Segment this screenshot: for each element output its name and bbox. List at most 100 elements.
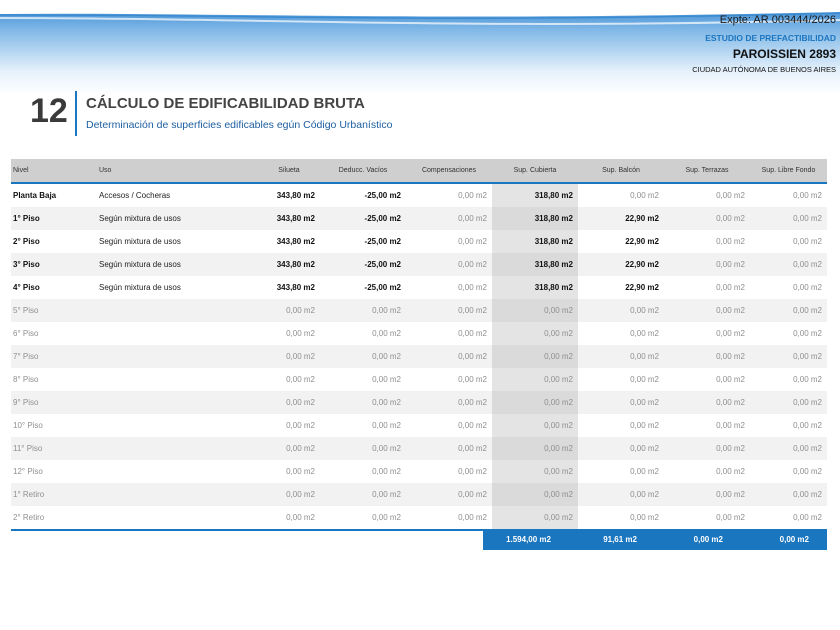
cell-terrazas: 0,00 m2 <box>664 368 750 391</box>
cell-balcon: 22,90 m2 <box>578 276 664 299</box>
table-row: 12° Piso 0,00 m2 0,00 m2 0,00 m2 0,00 m2… <box>11 460 827 483</box>
cell-cubierta: 318,80 m2 <box>492 230 578 253</box>
cell-libre-fondo: 0,00 m2 <box>750 345 827 368</box>
col-header-silueta: Silueta <box>258 159 320 184</box>
total-balcon: 91,61 m2 <box>603 535 637 544</box>
cell-silueta: 0,00 m2 <box>258 299 320 322</box>
col-header-balcon: Sup. Balcón <box>578 159 664 184</box>
cell-nivel: 12° Piso <box>11 460 97 483</box>
col-header-nivel: Nivel <box>11 159 97 184</box>
cell-nivel: 7° Piso <box>11 345 97 368</box>
cell-libre-fondo: 0,00 m2 <box>750 414 827 437</box>
table-row: 6° Piso 0,00 m2 0,00 m2 0,00 m2 0,00 m2 … <box>11 322 827 345</box>
cell-terrazas: 0,00 m2 <box>664 460 750 483</box>
cell-libre-fondo: 0,00 m2 <box>750 483 827 506</box>
cell-terrazas: 0,00 m2 <box>664 230 750 253</box>
cell-deducc: -25,00 m2 <box>320 183 406 207</box>
cell-silueta: 0,00 m2 <box>258 368 320 391</box>
buildability-table: Nivel Uso Silueta Deducc. Vacíos Compens… <box>11 159 827 531</box>
cell-silueta: 0,00 m2 <box>258 322 320 345</box>
cell-balcon: 0,00 m2 <box>578 345 664 368</box>
cell-terrazas: 0,00 m2 <box>664 207 750 230</box>
cell-libre-fondo: 0,00 m2 <box>750 368 827 391</box>
cell-deducc: 0,00 m2 <box>320 414 406 437</box>
total-terrazas: 0,00 m2 <box>693 535 723 544</box>
cell-compensaciones: 0,00 m2 <box>406 368 492 391</box>
cell-compensaciones: 0,00 m2 <box>406 391 492 414</box>
totals-row: 1.594,00 m2 91,61 m2 0,00 m2 0,00 m2 <box>483 529 827 550</box>
cell-compensaciones: 0,00 m2 <box>406 276 492 299</box>
cell-uso <box>97 368 258 391</box>
cell-uso <box>97 460 258 483</box>
property-address: PAROISSIEN 2893 <box>732 47 836 61</box>
cell-uso: Según mixtura de usos <box>97 276 258 299</box>
total-cubierta: 1.594,00 m2 <box>506 535 551 544</box>
study-label: ESTUDIO DE PREFACTIBILIDAD <box>705 33 836 43</box>
cell-balcon: 0,00 m2 <box>578 437 664 460</box>
cell-deducc: 0,00 m2 <box>320 460 406 483</box>
cell-uso <box>97 483 258 506</box>
cell-nivel: 5° Piso <box>11 299 97 322</box>
cell-compensaciones: 0,00 m2 <box>406 506 492 531</box>
cell-balcon: 0,00 m2 <box>578 414 664 437</box>
cell-uso <box>97 299 258 322</box>
cell-compensaciones: 0,00 m2 <box>406 322 492 345</box>
cell-compensaciones: 0,00 m2 <box>406 437 492 460</box>
cell-cubierta: 0,00 m2 <box>492 483 578 506</box>
cell-deducc: 0,00 m2 <box>320 483 406 506</box>
cell-silueta: 0,00 m2 <box>258 506 320 531</box>
cell-libre-fondo: 0,00 m2 <box>750 506 827 531</box>
cell-nivel: 3° Piso <box>11 253 97 276</box>
cell-compensaciones: 0,00 m2 <box>406 230 492 253</box>
cell-uso: Según mixtura de usos <box>97 230 258 253</box>
cell-terrazas: 0,00 m2 <box>664 483 750 506</box>
cell-libre-fondo: 0,00 m2 <box>750 322 827 345</box>
cell-nivel: 9° Piso <box>11 391 97 414</box>
col-header-terrazas: Sup. Terrazas <box>664 159 750 184</box>
table-row: 5° Piso 0,00 m2 0,00 m2 0,00 m2 0,00 m2 … <box>11 299 827 322</box>
cell-libre-fondo: 0,00 m2 <box>750 230 827 253</box>
col-header-compensaciones: Compensaciones <box>406 159 492 184</box>
section-number: 12 <box>30 92 68 130</box>
cell-cubierta: 0,00 m2 <box>492 414 578 437</box>
cell-cubierta: 0,00 m2 <box>492 391 578 414</box>
section-subtitle: Determinación de superficies edificables… <box>86 119 393 131</box>
cell-terrazas: 0,00 m2 <box>664 299 750 322</box>
cell-uso <box>97 414 258 437</box>
table-row: 4° Piso Según mixtura de usos 343,80 m2 … <box>11 276 827 299</box>
col-header-uso: Uso <box>97 159 258 184</box>
cell-terrazas: 0,00 m2 <box>664 276 750 299</box>
cell-nivel: 8° Piso <box>11 368 97 391</box>
cell-compensaciones: 0,00 m2 <box>406 299 492 322</box>
section-divider <box>75 91 77 136</box>
cell-cubierta: 0,00 m2 <box>492 460 578 483</box>
cell-terrazas: 0,00 m2 <box>664 506 750 531</box>
cell-uso <box>97 391 258 414</box>
cell-nivel: 11° Piso <box>11 437 97 460</box>
cell-balcon: 0,00 m2 <box>578 299 664 322</box>
cell-uso: Según mixtura de usos <box>97 253 258 276</box>
cell-deducc: -25,00 m2 <box>320 207 406 230</box>
cell-cubierta: 318,80 m2 <box>492 276 578 299</box>
table-row: 8° Piso 0,00 m2 0,00 m2 0,00 m2 0,00 m2 … <box>11 368 827 391</box>
cell-terrazas: 0,00 m2 <box>664 345 750 368</box>
cell-silueta: 343,80 m2 <box>258 183 320 207</box>
cell-balcon: 22,90 m2 <box>578 230 664 253</box>
cell-balcon: 0,00 m2 <box>578 322 664 345</box>
header-banner <box>0 0 840 95</box>
cell-balcon: 0,00 m2 <box>578 368 664 391</box>
cell-libre-fondo: 0,00 m2 <box>750 437 827 460</box>
table-row: 10° Piso 0,00 m2 0,00 m2 0,00 m2 0,00 m2… <box>11 414 827 437</box>
col-header-libre-fondo: Sup. Libre Fondo <box>750 159 827 184</box>
cell-nivel: 6° Piso <box>11 322 97 345</box>
cell-compensaciones: 0,00 m2 <box>406 183 492 207</box>
cell-silueta: 343,80 m2 <box>258 207 320 230</box>
cell-deducc: 0,00 m2 <box>320 391 406 414</box>
cell-silueta: 343,80 m2 <box>258 253 320 276</box>
table-row: 1° Retiro 0,00 m2 0,00 m2 0,00 m2 0,00 m… <box>11 483 827 506</box>
cell-cubierta: 0,00 m2 <box>492 506 578 531</box>
cell-balcon: 22,90 m2 <box>578 207 664 230</box>
cell-cubierta: 0,00 m2 <box>492 322 578 345</box>
cell-nivel: 2° Piso <box>11 230 97 253</box>
cell-compensaciones: 0,00 m2 <box>406 460 492 483</box>
